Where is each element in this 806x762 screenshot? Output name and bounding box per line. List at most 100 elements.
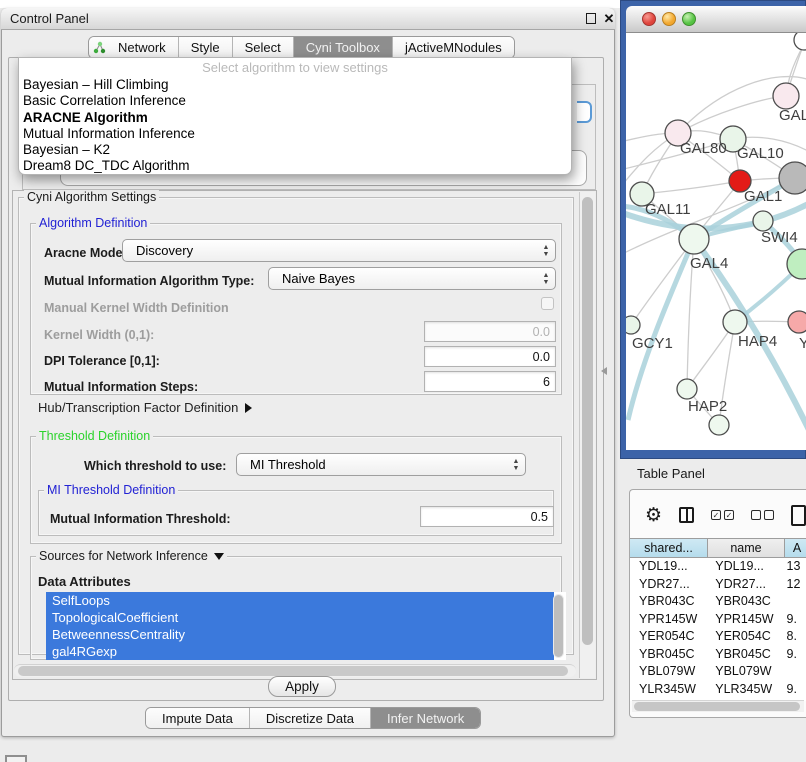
dropdown-placeholder: Select algorithm to view settings xyxy=(19,58,571,77)
network-node-swi4[interactable] xyxy=(753,211,773,231)
table-cell: YLR345W xyxy=(630,681,706,699)
network-node-hap4[interactable] xyxy=(723,310,747,334)
dropdown-item[interactable]: ARACNE Algorithm xyxy=(19,110,571,126)
zoom-traffic-light-icon[interactable] xyxy=(682,12,696,26)
minimized-panel-icon[interactable] xyxy=(5,755,27,762)
dpi-tolerance-field[interactable]: 0.0 xyxy=(424,346,556,367)
tab-network[interactable]: Network xyxy=(89,37,179,58)
table-cell xyxy=(782,593,806,611)
sources-group-title[interactable]: Sources for Network Inference xyxy=(36,549,227,563)
network-node-hap2[interactable] xyxy=(677,379,697,399)
algorithm-definition-title: Algorithm Definition xyxy=(36,216,150,230)
tab-style[interactable]: Style xyxy=(179,37,233,58)
split-pane-collapse-icon[interactable] xyxy=(601,367,607,375)
table-row[interactable]: YLR345WYLR345W9. xyxy=(630,681,806,699)
close-traffic-light-icon[interactable] xyxy=(642,12,656,26)
dropdown-item[interactable]: Basic Correlation Inference xyxy=(19,93,571,109)
mi-type-combobox[interactable]: Naive Bayes ▲▼ xyxy=(268,267,556,290)
dropdown-item[interactable]: Mutual Information Inference xyxy=(19,126,571,142)
control-panel-title: Control Panel xyxy=(1,11,89,26)
which-threshold-label: Which threshold to use: xyxy=(84,459,226,473)
network-node-label: GAL10 xyxy=(737,145,784,162)
table-cell: YER054C xyxy=(706,628,781,646)
table-row[interactable]: YER054CYER054C8. xyxy=(630,628,806,646)
table-row[interactable]: YDL19...YDL19...13 xyxy=(630,558,806,576)
network-node-label: GAL11 xyxy=(645,201,691,218)
table-cell: YBL079W xyxy=(706,663,781,681)
minimize-traffic-light-icon[interactable] xyxy=(662,12,676,26)
dropdown-item[interactable]: Dream8 DC_TDC Algorithm xyxy=(19,158,571,174)
attribute-list-item[interactable]: SelfLoops xyxy=(46,592,554,609)
checkbox-empty-icon xyxy=(764,510,774,520)
app-background-strip xyxy=(0,0,620,8)
network-node-gcy1[interactable] xyxy=(626,316,640,334)
network-node-label: GAL xyxy=(779,107,806,124)
apply-button[interactable]: Apply xyxy=(268,676,336,697)
mi-steps-label: Mutual Information Steps: xyxy=(44,380,198,394)
table-header: shared...nameA xyxy=(630,538,806,558)
mi-threshold-label: Mutual Information Threshold: xyxy=(50,512,231,526)
network-node-label: GAL4 xyxy=(690,255,728,272)
table-horizontal-scrollbar[interactable] xyxy=(632,700,804,712)
table-cell: 12 xyxy=(782,576,806,594)
unchecked-columns-icon[interactable] xyxy=(751,510,774,520)
aracne-mode-label: Aracne Mode: xyxy=(44,246,127,260)
gear-icon[interactable]: ⚙ xyxy=(645,505,662,525)
table-cell: 9. xyxy=(782,681,806,699)
which-threshold-combobox[interactable]: MI Threshold ▲▼ xyxy=(236,453,526,476)
algorithm-combobox-focus-ring[interactable] xyxy=(577,101,592,123)
column-header-2[interactable]: name xyxy=(708,538,785,558)
network-canvas[interactable]: GALGAL80GAL10GAL1GAL11SWI4GAL4GCY1HAP4YH… xyxy=(626,33,806,450)
settings-vertical-scrollbar[interactable] xyxy=(579,192,595,678)
table-row[interactable]: YDR27...YDR27...12 xyxy=(630,576,806,594)
attributes-list-scrollbar[interactable] xyxy=(553,594,564,658)
checked-columns-icon[interactable]: ✓✓ xyxy=(711,510,734,520)
page-icon[interactable] xyxy=(791,505,806,526)
network-node[interactable] xyxy=(794,33,806,50)
network-node-gal4[interactable] xyxy=(679,224,709,254)
network-node[interactable] xyxy=(779,162,806,194)
close-icon[interactable]: ✕ xyxy=(602,11,616,26)
network-node-y[interactable] xyxy=(788,311,806,333)
table-cell: YER054C xyxy=(630,628,706,646)
column-header-3[interactable]: A xyxy=(785,538,806,558)
table-row[interactable]: YBL079WYBL079W xyxy=(630,663,806,681)
mi-threshold-field[interactable]: 0.5 xyxy=(420,506,554,527)
cyni-settings-group-title: Cyni Algorithm Settings xyxy=(24,190,159,204)
attribute-list-item[interactable]: gal4RGexp xyxy=(46,643,554,660)
network-node[interactable] xyxy=(709,415,729,435)
network-view-titlebar[interactable] xyxy=(626,6,806,33)
manual-kernel-checkbox[interactable] xyxy=(541,297,554,310)
table-cell: YDL19... xyxy=(706,558,781,576)
table-row[interactable]: YPR145WYPR145W9. xyxy=(630,611,806,629)
tab-infer-network[interactable]: Infer Network xyxy=(371,708,480,728)
columns-icon[interactable] xyxy=(679,507,694,523)
tab-select[interactable]: Select xyxy=(233,37,294,58)
tab-label: Cyni Toolbox xyxy=(298,40,388,55)
tab-cyni-toolbox[interactable]: Cyni Toolbox xyxy=(294,37,393,58)
kernel-width-field[interactable]: 0.0 xyxy=(424,321,556,342)
attribute-list-item[interactable]: BetweennessCentrality xyxy=(46,626,554,643)
network-edge[interactable] xyxy=(642,181,740,194)
tab-jactivemnodules[interactable]: jActiveMNodules xyxy=(393,37,514,58)
attribute-list-item[interactable]: TopologicalCoefficient xyxy=(46,609,554,626)
column-header-1[interactable]: shared... xyxy=(630,538,708,558)
aracne-mode-combobox[interactable]: Discovery ▲▼ xyxy=(122,239,556,262)
checkbox-checked-icon: ✓ xyxy=(711,510,721,520)
combo-arrows-icon: ▲▼ xyxy=(507,458,525,472)
network-node-label: SWI4 xyxy=(761,229,798,246)
mi-steps-field[interactable]: 6 xyxy=(424,371,556,392)
float-window-icon[interactable] xyxy=(586,13,596,24)
table-row[interactable]: YBR043CYBR043C xyxy=(630,593,806,611)
dropdown-item[interactable]: Bayesian – Hill Climbing xyxy=(19,77,571,93)
table-cell: 13 xyxy=(782,558,806,576)
network-node-gal[interactable] xyxy=(773,83,799,109)
tab-impute-data[interactable]: Impute Data xyxy=(146,708,250,728)
network-node-label: HAP2 xyxy=(688,398,727,415)
table-cell: YBL079W xyxy=(630,663,706,681)
dropdown-item[interactable]: Bayesian – K2 xyxy=(19,142,571,158)
tab-discretize-data[interactable]: Discretize Data xyxy=(250,708,371,728)
table-cell: YBR043C xyxy=(630,593,706,611)
table-row[interactable]: YBR045CYBR045C9. xyxy=(630,646,806,664)
hub-definition-expander[interactable]: Hub/Transcription Factor Definition xyxy=(38,400,252,415)
